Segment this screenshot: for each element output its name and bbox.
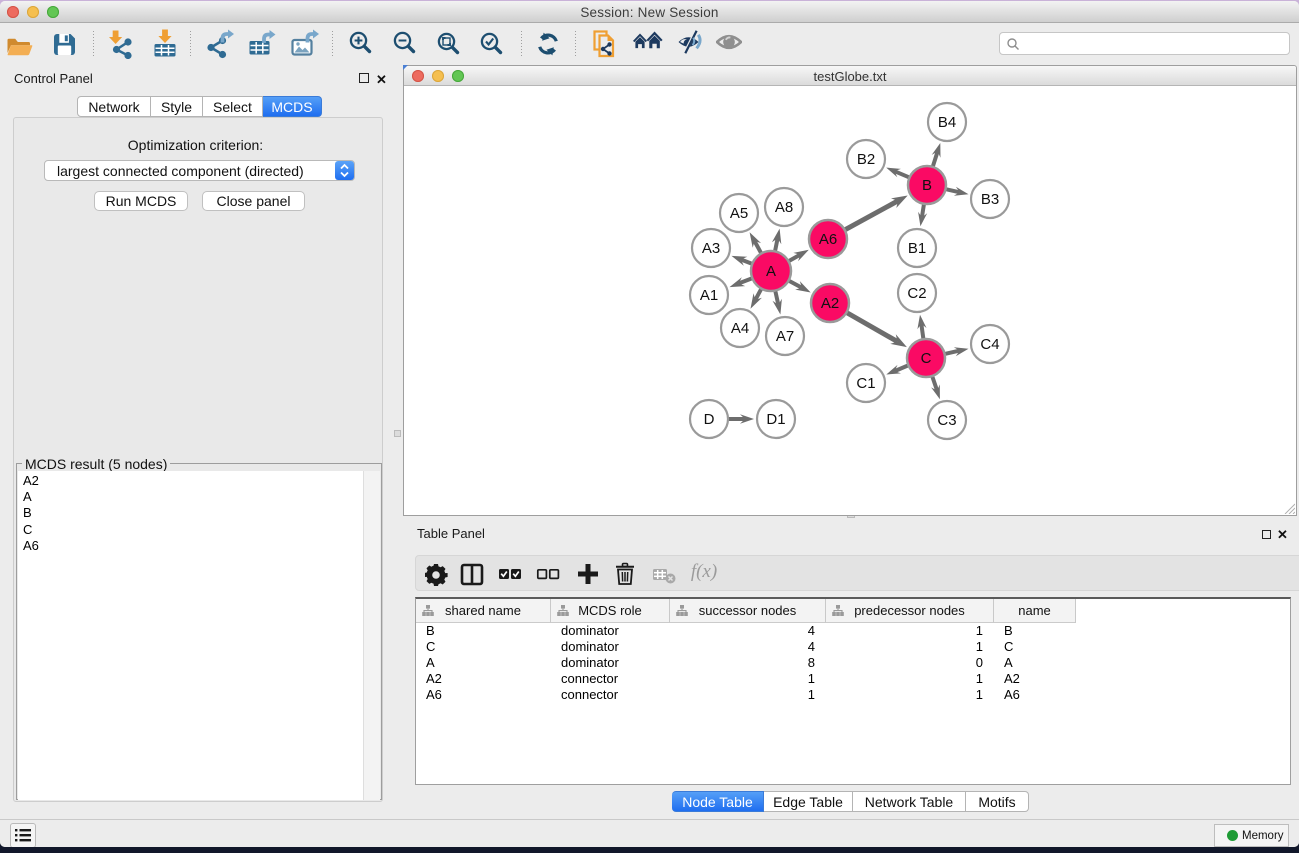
svg-text:B: B: [922, 177, 932, 194]
svg-text:B2: B2: [857, 151, 875, 168]
svg-text:C3: C3: [937, 412, 956, 429]
svg-text:C4: C4: [980, 336, 999, 353]
svg-text:A7: A7: [776, 328, 794, 345]
svg-text:A2: A2: [821, 295, 839, 312]
svg-text:A4: A4: [731, 320, 749, 337]
svg-text:A6: A6: [819, 231, 837, 248]
svg-text:C2: C2: [907, 285, 926, 302]
svg-text:C1: C1: [856, 375, 875, 392]
svg-text:B1: B1: [908, 240, 926, 257]
svg-text:A3: A3: [702, 240, 720, 257]
svg-text:A5: A5: [730, 205, 748, 222]
svg-text:A: A: [766, 263, 776, 280]
svg-text:B4: B4: [938, 114, 956, 131]
svg-text:A1: A1: [700, 287, 718, 304]
svg-text:D: D: [704, 411, 715, 428]
svg-text:C: C: [921, 350, 932, 367]
svg-text:A8: A8: [775, 199, 793, 216]
svg-text:D1: D1: [766, 411, 785, 428]
svg-text:B3: B3: [981, 191, 999, 208]
